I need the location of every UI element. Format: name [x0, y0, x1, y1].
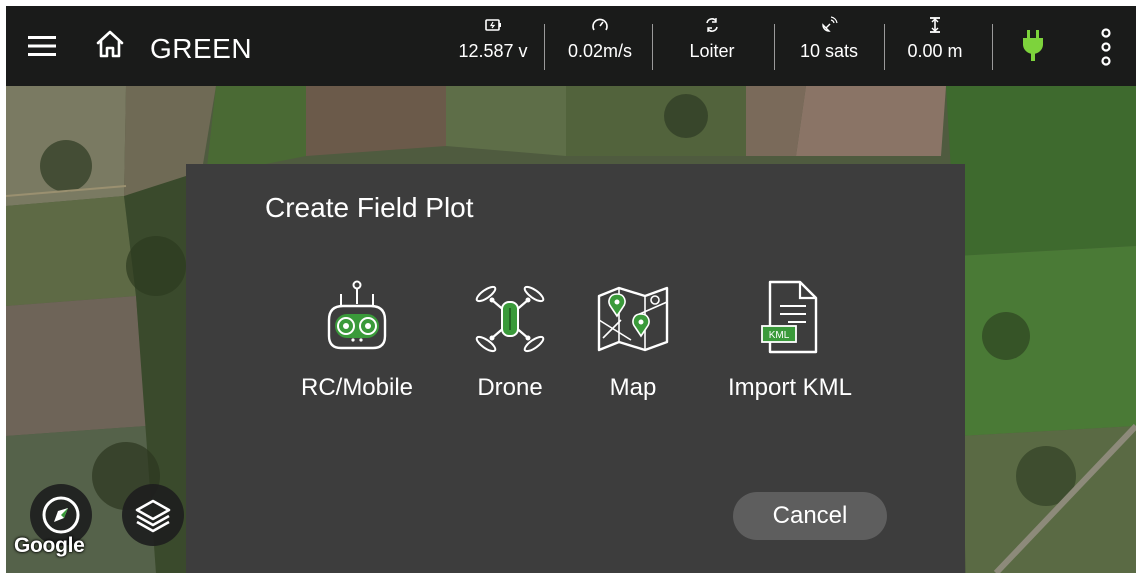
plug-icon[interactable] [1018, 28, 1048, 62]
speed-stat: 0.02m/s [552, 16, 648, 62]
layers-icon [135, 499, 171, 533]
cancel-button[interactable]: Cancel [733, 492, 887, 540]
status-divider [774, 24, 775, 70]
altitude-icon [930, 17, 940, 33]
battery-voltage-value: 12.587 v [458, 41, 528, 61]
hamburger-menu-icon[interactable] [28, 34, 56, 58]
top-status-bar: GREEN 12.587 v 0.02m/s Loiter 10 sats 0.… [6, 6, 1136, 86]
altitude-value: 0.00 m [907, 41, 963, 61]
option-map[interactable]: Map [591, 276, 675, 401]
kml-badge-text: KML [769, 330, 790, 341]
gps-satellites-stat: 10 sats [782, 16, 876, 62]
dialog-title: Create Field Plot [265, 192, 474, 223]
map-icon [597, 286, 669, 352]
more-vert-icon[interactable] [1100, 26, 1112, 68]
flight-mode-stat[interactable]: Loiter [670, 16, 754, 62]
rc-controller-icon [327, 280, 387, 350]
altitude-stat: 0.00 m [894, 16, 976, 62]
flight-mode-icon [706, 18, 718, 32]
option-label: RC/Mobile [300, 374, 414, 401]
app-screen: GREEN 12.587 v 0.02m/s Loiter 10 sats 0.… [6, 6, 1136, 573]
satellite-icon [822, 16, 838, 32]
battery-icon [485, 19, 501, 31]
create-field-plot-dialog: Create Field Plot RC/Mobile Drone Map KM… [186, 164, 965, 573]
option-drone[interactable]: Drone [460, 276, 560, 401]
home-icon[interactable] [94, 28, 126, 60]
vehicle-name: GREEN [150, 33, 253, 64]
battery-voltage-stat: 12.587 v [450, 16, 536, 62]
status-divider [992, 24, 993, 70]
option-label: Map [609, 374, 657, 401]
status-divider [652, 24, 653, 70]
map-layers-button[interactable] [122, 484, 184, 546]
flight-mode-value: Loiter [689, 41, 735, 61]
kml-file-icon: KML [761, 280, 818, 354]
option-import-kml[interactable]: KML Import KML [706, 276, 874, 401]
status-divider [884, 24, 885, 70]
option-label: Import KML [727, 374, 853, 401]
google-attribution: Google [14, 534, 85, 557]
status-divider [544, 24, 545, 70]
option-label: Drone [477, 374, 543, 401]
drone-icon [475, 285, 545, 353]
speedometer-icon [592, 18, 608, 31]
satellite-count-value: 10 sats [799, 41, 859, 61]
option-rc-mobile[interactable]: RC/Mobile [293, 276, 421, 401]
speed-value: 0.02m/s [567, 41, 633, 61]
